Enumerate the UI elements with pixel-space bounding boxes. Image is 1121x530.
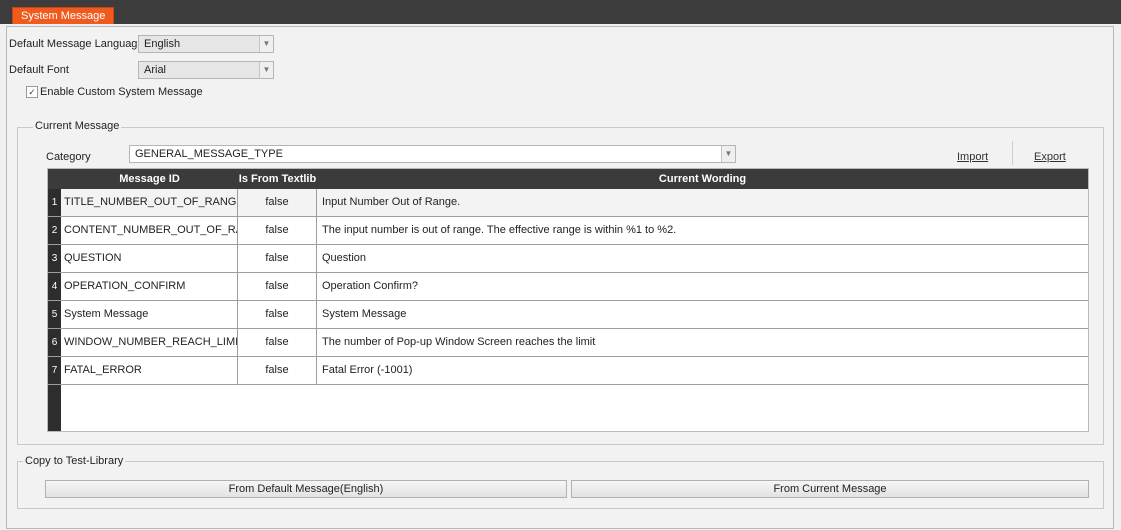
toolbar-divider <box>1012 141 1013 165</box>
row-number: 4 <box>48 273 61 300</box>
enable-custom-checkbox[interactable]: ✓ <box>26 86 38 98</box>
category-label: Category <box>46 151 91 163</box>
wording-cell[interactable]: Input Number Out of Range. <box>317 189 1088 216</box>
from-default-message-button[interactable]: From Default Message(English) <box>45 480 567 498</box>
wording-cell[interactable]: Fatal Error (-1001) <box>317 357 1088 384</box>
message-id-cell[interactable]: TITLE_NUMBER_OUT_OF_RANGE <box>61 189 238 216</box>
from-textlib-cell[interactable]: false <box>238 217 317 244</box>
from-textlib-cell[interactable]: false <box>238 357 317 384</box>
table-row[interactable]: 1 TITLE_NUMBER_OUT_OF_RANGE false Input … <box>48 189 1088 217</box>
message-table: Message ID Is From Textlib Current Wordi… <box>47 168 1089 432</box>
category-value: GENERAL_MESSAGE_TYPE <box>135 148 283 160</box>
current-message-legend: Current Message <box>33 120 122 132</box>
category-select[interactable]: GENERAL_MESSAGE_TYPE ▼ <box>129 145 736 163</box>
enable-custom-label: Enable Custom System Message <box>40 86 203 98</box>
row-number: 7 <box>48 357 61 384</box>
column-header-message-id[interactable]: Message ID <box>61 169 238 189</box>
from-textlib-cell[interactable]: false <box>238 301 317 328</box>
row-number: 2 <box>48 217 61 244</box>
language-select[interactable]: English ▼ <box>138 35 274 53</box>
message-id-cell[interactable]: WINDOW_NUMBER_REACH_LIMIT <box>61 329 238 356</box>
from-textlib-cell[interactable]: false <box>238 329 317 356</box>
wording-cell[interactable]: The number of Pop-up Window Screen reach… <box>317 329 1088 356</box>
tab-bar: System Message <box>0 0 1121 24</box>
from-textlib-cell[interactable]: false <box>238 189 317 216</box>
message-id-cell[interactable]: CONTENT_NUMBER_OUT_OF_RANGE <box>61 217 238 244</box>
from-textlib-cell[interactable]: false <box>238 245 317 272</box>
table-row[interactable]: 2 CONTENT_NUMBER_OUT_OF_RANGE false The … <box>48 217 1088 245</box>
table-header: Message ID Is From Textlib Current Wordi… <box>48 169 1088 189</box>
chevron-down-icon[interactable]: ▼ <box>721 146 735 162</box>
tab-system-message[interactable]: System Message <box>12 7 115 24</box>
row-number: 1 <box>48 189 61 216</box>
table-row[interactable]: 3 QUESTION false Question <box>48 245 1088 273</box>
wording-cell[interactable]: Operation Confirm? <box>317 273 1088 300</box>
table-row[interactable]: 6 WINDOW_NUMBER_REACH_LIMIT false The nu… <box>48 329 1088 357</box>
column-header-current-wording[interactable]: Current Wording <box>317 169 1088 189</box>
wording-cell[interactable]: System Message <box>317 301 1088 328</box>
row-number: 3 <box>48 245 61 272</box>
export-link[interactable]: Export <box>1034 151 1066 163</box>
table-row[interactable]: 7 FATAL_ERROR false Fatal Error (-1001) <box>48 357 1088 385</box>
from-current-message-button[interactable]: From Current Message <box>571 480 1089 498</box>
copy-group-legend: Copy to Test-Library <box>23 455 126 467</box>
table-row[interactable]: 5 System Message false System Message <box>48 301 1088 329</box>
language-value: English <box>144 38 181 50</box>
message-id-cell[interactable]: System Message <box>61 301 238 328</box>
message-id-cell[interactable]: FATAL_ERROR <box>61 357 238 384</box>
font-label: Default Font <box>9 64 69 76</box>
table-row[interactable]: 4 OPERATION_CONFIRM false Operation Conf… <box>48 273 1088 301</box>
chevron-down-icon[interactable]: ▼ <box>259 36 273 52</box>
chevron-down-icon[interactable]: ▼ <box>259 62 273 78</box>
message-id-cell[interactable]: OPERATION_CONFIRM <box>61 273 238 300</box>
row-number: 5 <box>48 301 61 328</box>
row-number: 6 <box>48 329 61 356</box>
wording-cell[interactable]: The input number is out of range. The ef… <box>317 217 1088 244</box>
font-select[interactable]: Arial ▼ <box>138 61 274 79</box>
font-value: Arial <box>144 64 167 76</box>
import-link[interactable]: Import <box>957 151 988 163</box>
wording-cell[interactable]: Question <box>317 245 1088 272</box>
column-header-is-from-textlib[interactable]: Is From Textlib <box>238 169 317 189</box>
message-id-cell[interactable]: QUESTION <box>61 245 238 272</box>
language-label: Default Message Languag <box>9 38 138 50</box>
from-textlib-cell[interactable]: false <box>238 273 317 300</box>
